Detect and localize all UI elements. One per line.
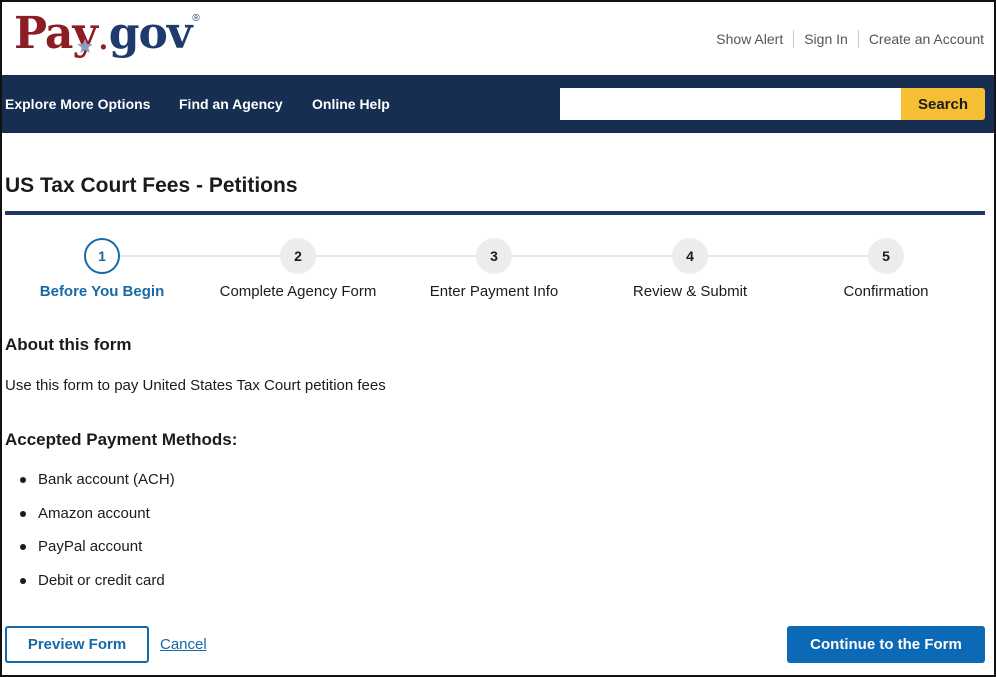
page-frame: Pay . gov ® Show Alert Sign In Create an… — [0, 0, 996, 677]
list-item: Bank account (ACH) — [20, 468, 175, 502]
step-enter-payment-info: 3 Enter Payment Info — [394, 238, 594, 300]
create-account-link[interactable]: Create an Account — [857, 30, 984, 48]
list-item: Amazon account — [20, 502, 175, 536]
sign-in-link[interactable]: Sign In — [793, 30, 858, 48]
main-navbar: Explore More Options Find an Agency Onli… — [2, 75, 994, 133]
list-item: PayPal account — [20, 535, 175, 569]
title-divider — [5, 211, 985, 215]
nav-online-help[interactable]: Online Help — [312, 96, 390, 112]
logo-dot: . — [96, 13, 110, 59]
payment-methods-heading: Accepted Payment Methods: — [5, 430, 238, 449]
preview-form-button[interactable]: Preview Form — [5, 626, 149, 663]
step-number: 1 — [84, 238, 120, 274]
page-title: US Tax Court Fees - Petitions — [5, 174, 298, 197]
continue-to-form-button[interactable]: Continue to the Form — [787, 626, 985, 663]
step-number: 4 — [672, 238, 708, 274]
step-review-submit: 4 Review & Submit — [590, 238, 790, 300]
star-icon — [77, 38, 93, 53]
search-input[interactable] — [560, 88, 901, 120]
site-header: Pay . gov ® Show Alert Sign In Create an… — [2, 2, 994, 75]
cancel-link[interactable]: Cancel — [160, 636, 207, 653]
step-complete-agency-form: 2 Complete Agency Form — [198, 238, 398, 300]
payment-methods-list: Bank account (ACH) Amazon account PayPal… — [20, 468, 175, 603]
step-confirmation: 5 Confirmation — [786, 238, 986, 300]
step-before-you-begin: 1 Before You Begin — [2, 238, 202, 300]
nav-explore-more-options[interactable]: Explore More Options — [5, 96, 150, 112]
top-links: Show Alert Sign In Create an Account — [706, 30, 984, 48]
paygov-logo[interactable]: Pay . gov ® — [14, 8, 200, 70]
step-number: 2 — [280, 238, 316, 274]
step-number: 5 — [868, 238, 904, 274]
step-label: Confirmation — [843, 283, 929, 300]
about-description: Use this form to pay United States Tax C… — [5, 377, 386, 394]
step-number: 3 — [476, 238, 512, 274]
show-alert-link[interactable]: Show Alert — [706, 30, 793, 48]
step-label: Enter Payment Info — [429, 283, 559, 300]
list-item: Debit or credit card — [20, 569, 175, 603]
nav-find-an-agency[interactable]: Find an Agency — [179, 96, 283, 112]
step-label: Complete Agency Form — [219, 283, 377, 300]
about-heading: About this form — [5, 335, 132, 354]
logo-registered: ® — [192, 13, 199, 24]
step-label: Before You Begin — [39, 283, 165, 300]
logo-gov: gov — [108, 8, 193, 59]
search-button[interactable]: Search — [901, 88, 985, 120]
step-label: Review & Submit — [632, 283, 748, 300]
